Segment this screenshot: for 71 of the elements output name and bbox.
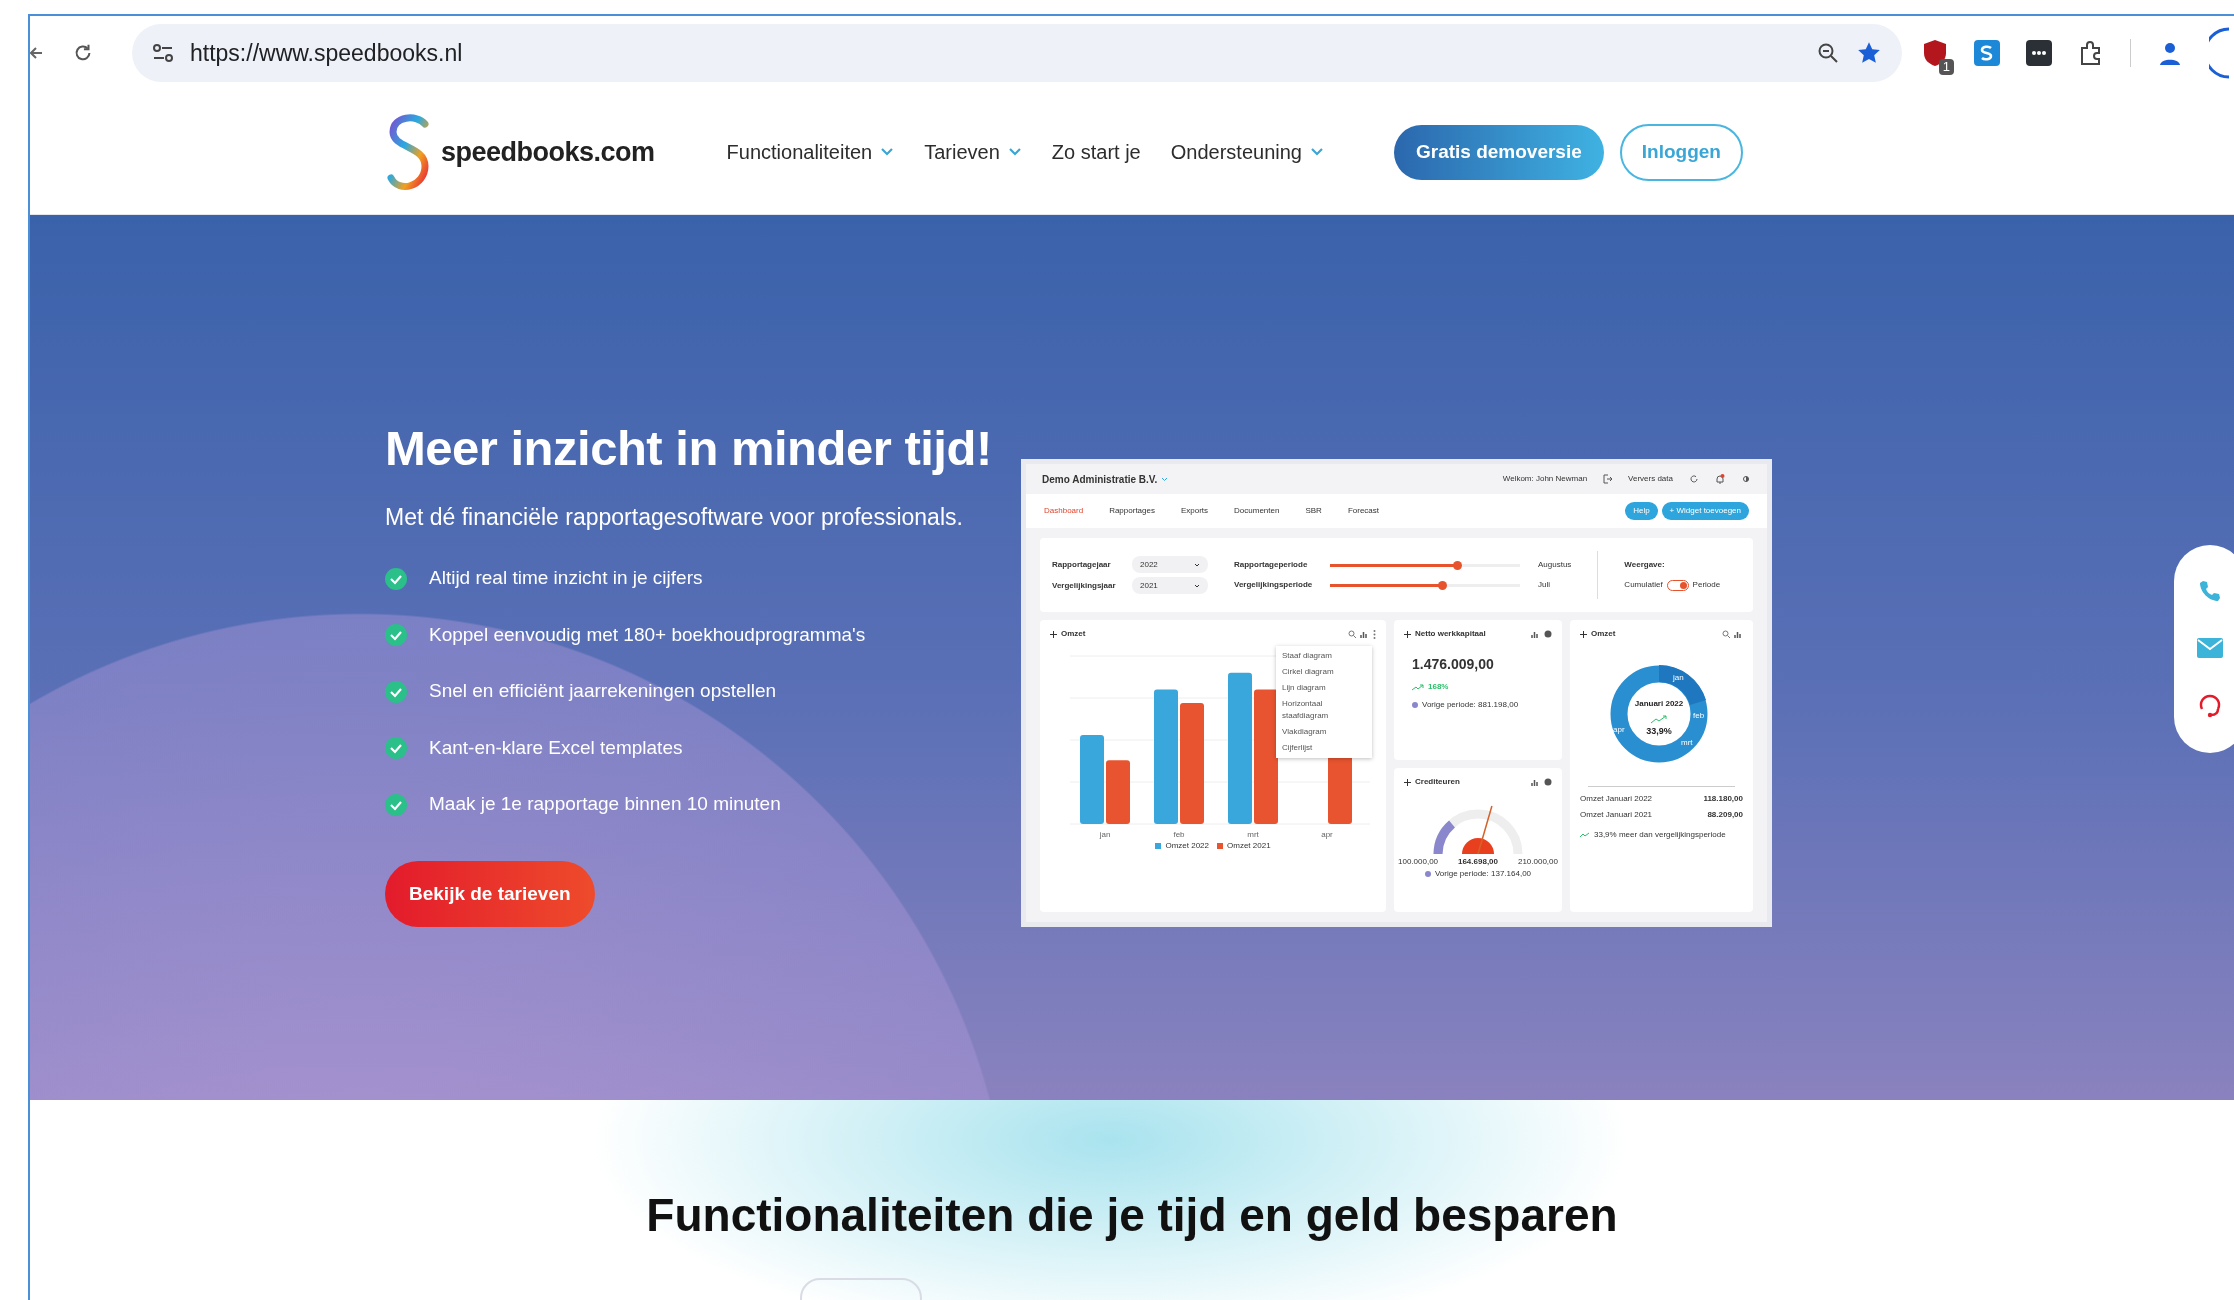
tab[interactable]: Dashboard: [1044, 505, 1084, 517]
logo-text[interactable]: speedbooks.com: [441, 131, 655, 173]
hero-subtitle: Met dé financiële rapportagesoftware voor professionals.: [385, 502, 964, 532]
widget-title: Omzet: [1061, 628, 1086, 640]
menu-item[interactable]: Lijn diagram: [1282, 682, 1366, 694]
nav-link[interactable]: Tarieven: [924, 137, 1022, 167]
refresh-label: Ververs data: [1628, 473, 1673, 485]
tab[interactable]: Documenten: [1234, 505, 1280, 517]
menu-item[interactable]: Vlakdiagram: [1282, 726, 1366, 738]
widget-title: Netto werkkapitaal: [1415, 628, 1486, 640]
feature-text: Altijd real time inzicht in je cijfers: [429, 566, 703, 591]
axis-label: feb: [1173, 830, 1185, 839]
feature-text: Snel en efficiënt jaarrekeningen opstellen: [429, 679, 777, 704]
period-value: Juli: [1538, 579, 1550, 591]
segment-label: jan: [1672, 673, 1684, 682]
tab[interactable]: Exports: [1180, 505, 1209, 517]
filter-label: Rapportageperiode: [1234, 559, 1309, 571]
section-title: Functionaliteiten die je tijd en geld besparen: [645, 1188, 1619, 1243]
pricing-button[interactable]: Bekijk de tarieven: [385, 860, 595, 927]
previous-period: Vorige periode: 881.198,00: [1422, 699, 1519, 711]
axis-label: apr: [1321, 830, 1333, 839]
axis-label: mrt: [1247, 830, 1259, 839]
kpi-value: 1.476.009,00: [1412, 655, 1495, 674]
row-label: Omzet Januari 2021: [1580, 809, 1653, 821]
nav-link[interactable]: Ondersteuning: [1170, 137, 1324, 167]
menu-item[interactable]: Staaf diagram: [1282, 650, 1366, 662]
feature-text: Kant-en-klare Excel templates: [429, 735, 683, 760]
segment-label: feb: [1692, 711, 1704, 720]
row-value: 118.180,00: [1703, 793, 1743, 805]
badge-count: 1: [1938, 59, 1954, 75]
gauge-min: 100.000,00: [1398, 856, 1439, 868]
gauge-value: 164.698,00: [1457, 856, 1498, 868]
filter-label: Rapportagejaar: [1052, 558, 1112, 571]
toggle-label: Cumulatief: [1624, 579, 1663, 591]
year-select[interactable]: 2021: [1132, 577, 1208, 594]
segment-label: apr: [1612, 725, 1625, 734]
nav-link[interactable]: Functionaliteiten: [726, 137, 895, 167]
legend-label: Omzet 2021: [1227, 840, 1271, 852]
legend-label: Omzet 2022: [1165, 840, 1209, 852]
filter-label: Vergelijkingsperiode: [1234, 579, 1314, 591]
row-label: Omzet Januari 2022: [1580, 793, 1653, 805]
tab[interactable]: Rapportages: [1109, 505, 1155, 517]
nav-link[interactable]: Zo start je: [1051, 137, 1141, 167]
tab[interactable]: SBR: [1305, 505, 1322, 517]
menu-item[interactable]: Cijferlijst: [1282, 742, 1366, 754]
widget-title: Crediteuren: [1415, 776, 1460, 788]
donut-center-title: Januari 2022: [1634, 699, 1683, 708]
widget-title: Omzet: [1591, 628, 1616, 640]
kpi-change: 168%: [1428, 681, 1449, 693]
feature-text: Maak je 1e rapportage binnen 10 minuten: [429, 792, 781, 817]
feature-text: Koppel eenvoudig met 180+ boekhoudprogramma's: [429, 622, 866, 647]
segment-label: mrt: [1680, 738, 1693, 747]
menu-item[interactable]: Horizontaal staafdiagram: [1282, 698, 1366, 722]
url-text[interactable]: https://www.speedbooks.nl: [190, 35, 463, 71]
tab[interactable]: Forecast: [1347, 505, 1379, 517]
period-value: Augustus: [1538, 559, 1572, 571]
demo-button[interactable]: Gratis demoversie: [1393, 124, 1604, 180]
donut-center-value: 33,9%: [1645, 726, 1672, 736]
comparison-note: 33,9% meer dan vergelijkingsperiode: [1594, 829, 1726, 841]
row-value: 88.209,00: [1707, 809, 1743, 821]
gauge-max: 210.000,00: [1517, 856, 1558, 868]
company-name[interactable]: Demo Administratie B.V.: [1042, 471, 1158, 487]
welcome-text: Welkom: John Newman: [1502, 473, 1588, 485]
menu-item[interactable]: Cirkel diagram: [1282, 666, 1366, 678]
hero-title: Meer inzicht in minder tijd!: [385, 420, 993, 477]
filter-label: Vergelijkingsjaar: [1052, 579, 1117, 592]
axis-label: jan: [1099, 830, 1111, 839]
toggle-label: Periode: [1692, 579, 1721, 591]
previous-period: Vorige periode: 137.164,00: [1434, 868, 1532, 880]
year-select[interactable]: 2022: [1132, 556, 1208, 573]
view-label: Weergave:: [1624, 559, 1666, 571]
